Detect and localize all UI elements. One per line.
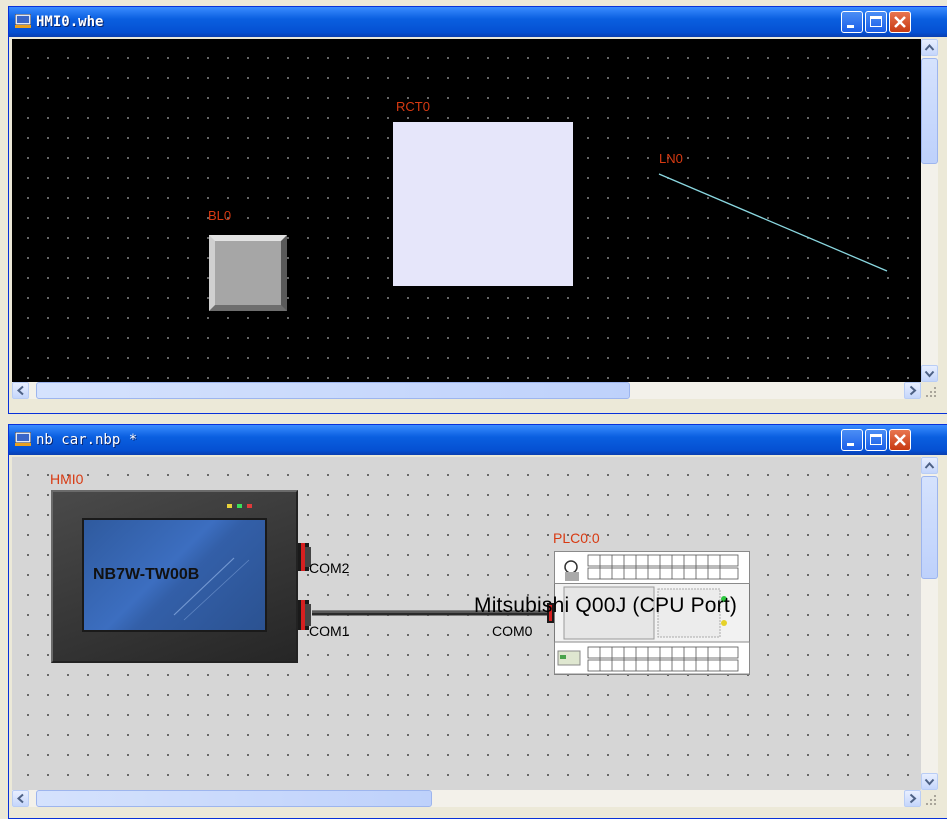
screen-canvas[interactable]: BL0 RCT0 LN0 [12,39,921,382]
scroll-left-icon [16,385,24,396]
scroll-up-icon [924,43,935,51]
horizontal-scroll-thumb[interactable] [36,790,432,807]
hmi-model-label: NB7W-TW00B [93,566,200,583]
hmi-label: HMI0 [50,471,84,487]
maximize-button[interactable] [865,11,887,33]
close-icon [894,16,906,28]
line-object[interactable] [652,169,892,274]
size-grip[interactable] [921,790,938,807]
scroll-up-button[interactable] [921,39,938,56]
maximize-icon [870,16,882,27]
plc-label: PLC0:0 [553,530,600,546]
close-button[interactable] [889,429,911,451]
scroll-up-button[interactable] [921,457,938,474]
scroll-down-icon [924,778,935,786]
horizontal-scroll-thumb[interactable] [36,382,630,399]
window-title: nb car.nbp * [36,432,138,448]
size-grip[interactable] [921,382,938,399]
scroll-down-button[interactable] [921,773,938,790]
project-window: nb car.nbp * HMI0 NB7W-TW00B COM2 COM1 P… [8,424,947,819]
project-canvas[interactable]: HMI0 NB7W-TW00B COM2 COM1 PLC0:0 Mitsubi… [12,457,921,790]
hmi-screen: NB7W-TW00B [82,518,267,632]
scroll-left-button[interactable] [12,790,29,807]
hmi-port-com2-label: COM2 [309,560,350,576]
minimize-button[interactable] [841,429,863,451]
maximize-icon [870,434,882,445]
vertical-scroll-thumb[interactable] [921,58,938,164]
scroll-right-icon [909,793,917,804]
horizontal-scrollbar[interactable] [12,382,921,399]
line-object-label: LN0 [659,151,683,166]
hmi-status-leds [227,504,252,508]
screen-editor-window: HMI0.whe BL0 RCT0 LN0 [8,6,947,414]
maximize-button[interactable] [865,429,887,451]
minimize-icon [847,25,854,28]
hmi-device[interactable]: NB7W-TW00B [51,490,298,663]
button-object[interactable] [209,235,287,311]
scroll-right-icon [909,385,917,396]
vertical-scroll-thumb[interactable] [921,476,938,579]
app-window-icon [15,432,31,446]
minimize-icon [847,443,854,446]
scroll-right-button[interactable] [904,790,921,807]
plc-port-label: COM0 [492,623,533,639]
close-button[interactable] [889,11,911,33]
window-titlebar[interactable]: nb car.nbp * [9,425,947,455]
vertical-scrollbar[interactable] [921,39,938,382]
rectangle-object[interactable] [393,122,573,286]
button-object-label: BL0 [208,208,232,223]
size-grip-icon [926,795,936,805]
scroll-left-icon [16,793,24,804]
scroll-up-icon [924,461,935,469]
app-window-icon [15,14,31,28]
minimize-button[interactable] [841,11,863,33]
scroll-right-button[interactable] [904,382,921,399]
vertical-scrollbar[interactable] [921,457,938,790]
scroll-left-button[interactable] [12,382,29,399]
hmi-port-com1-label: COM1 [309,623,350,639]
window-titlebar[interactable]: HMI0.whe [9,7,947,37]
close-icon [894,434,906,446]
window-title: HMI0.whe [36,14,104,30]
scroll-down-icon [924,370,935,378]
plc-model-label: Mitsubishi Q00J (CPU Port) [474,594,738,617]
scroll-down-button[interactable] [921,365,938,382]
rect-object-label: RCT0 [396,99,430,114]
size-grip-icon [926,387,936,397]
horizontal-scrollbar[interactable] [12,790,921,807]
